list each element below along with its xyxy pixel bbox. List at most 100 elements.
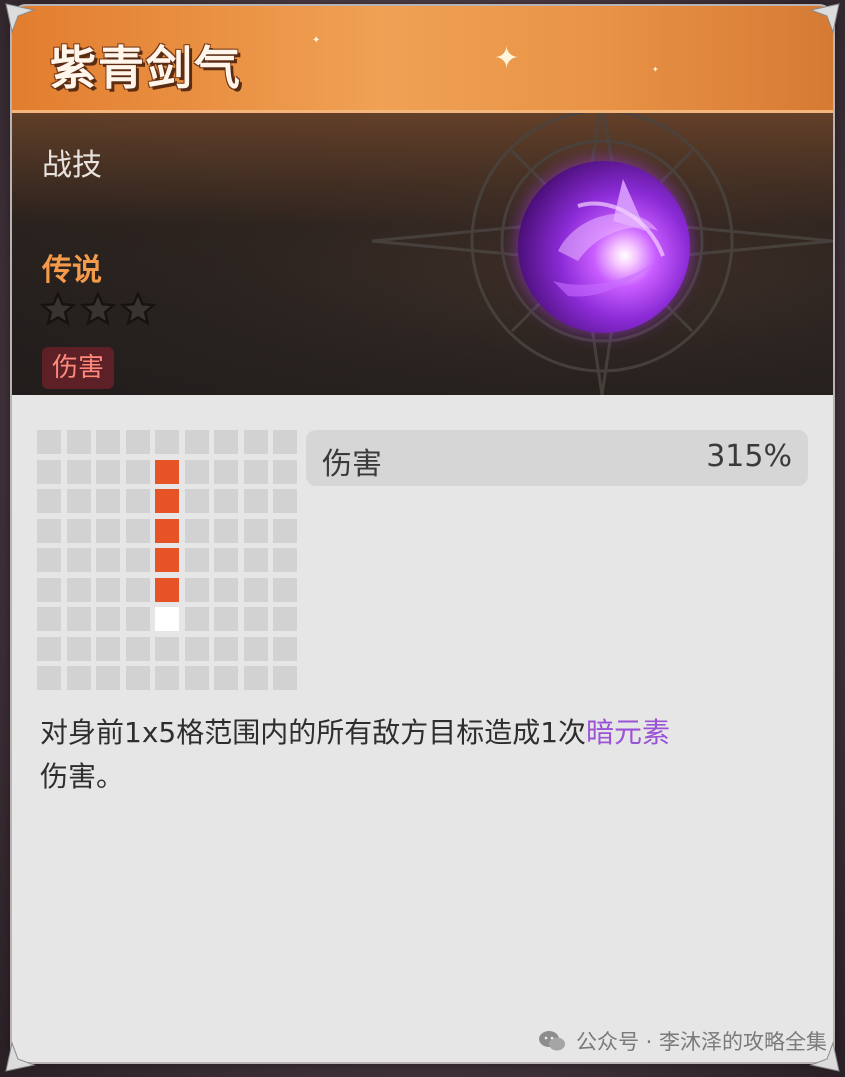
star-rating [40,291,156,327]
wechat-icon [538,1031,565,1051]
range-cell [125,518,150,543]
range-cell [96,518,120,543]
star-empty-icon [120,291,156,326]
range-cell [273,459,297,484]
sparkle-icon: ✦ [494,41,520,76]
range-cell [66,666,91,690]
range-cell [37,548,61,572]
range-cell-hit [155,548,179,572]
range-cell [184,577,209,602]
description-text: 对身前1x5格范围内的所有敌方目标造成1次 [40,716,587,749]
skill-card: ✦ ✦ ✦ 紫青剑气 战技 传说 伤害 伤害 315% 对身前1x5格范围内的所… [12,6,833,1062]
range-cell [96,636,120,661]
sparkle-icon: ✦ [652,65,659,74]
range-cell [214,548,238,572]
range-cell [273,548,297,572]
range-cell [273,607,297,631]
star-empty-icon [40,291,76,326]
range-cell [96,430,120,454]
sword-qi-swirl-icon [553,179,668,297]
range-cell [155,666,179,690]
range-cell [184,636,209,661]
range-cell [96,577,120,602]
range-cell [96,607,120,631]
range-cell [184,430,209,454]
range-cell [184,666,209,690]
stat-row-damage: 伤害 315% [306,430,808,486]
range-cell [273,577,297,602]
range-cell [37,636,61,661]
description-text-end: 伤害。 [40,760,125,793]
range-cell [243,607,268,631]
range-cell [214,636,238,661]
range-cell [214,459,238,484]
stat-value: 315% [706,439,792,474]
range-cell [184,607,209,631]
range-cell [66,459,91,484]
range-cell [125,430,150,454]
range-cell-hit [155,489,179,513]
range-cell [243,577,268,602]
range-cell [96,548,120,572]
range-cell [243,459,268,484]
corner-ornament-icon [5,3,36,34]
range-cell [243,548,268,572]
range-cell [214,666,238,690]
range-cell [125,489,150,513]
range-cell [273,518,297,543]
sparkle-icon: ✦ [312,35,321,46]
range-cell [37,518,61,543]
rarity-label: 传说 [42,253,102,288]
range-cell [273,430,297,454]
dark-element-keyword[interactable]: 暗元素 [586,716,670,749]
range-cell [243,666,268,690]
range-cell [273,489,297,513]
range-cell [214,489,238,513]
range-cell [37,607,61,631]
skill-title: 紫青剑气 [50,41,242,95]
range-cell [96,666,120,690]
range-cell [155,430,179,454]
range-cell-hit [155,518,179,543]
range-cell [37,459,61,484]
range-cell-self [155,607,179,631]
range-cell [66,430,91,454]
skill-orb-icon [518,161,690,333]
range-cell [66,489,91,513]
range-cell [155,636,179,661]
range-cell [214,607,238,631]
range-cell [214,518,238,543]
watermark: 公众号 · 李沐泽的攻略全集 [538,1026,827,1056]
range-cell [273,666,297,690]
star-empty-icon [80,291,116,326]
skill-header-panel: 战技 传说 伤害 [12,113,833,395]
range-cell [66,607,91,631]
range-cell [184,489,209,513]
stat-label: 伤害 [322,447,382,482]
range-cell [37,577,61,602]
range-cell-hit [155,577,179,602]
range-cell [273,636,297,661]
watermark-text: 公众号 · 李沐泽的攻略全集 [575,1030,827,1054]
range-cell [243,430,268,454]
skill-type-label: 战技 [42,148,102,183]
range-cell [214,430,238,454]
range-cell [37,430,61,454]
range-cell [37,666,61,690]
range-cell [184,548,209,572]
range-cell [125,636,150,661]
range-cell [125,548,150,572]
range-cell [214,577,238,602]
range-cell [184,518,209,543]
range-cell [96,459,120,484]
range-cell [125,607,150,631]
range-cell [66,548,91,572]
skill-description: 对身前1x5格范围内的所有敌方目标造成1次暗元素伤害。 [40,711,810,799]
range-cell [66,636,91,661]
range-cell [66,518,91,543]
attack-range-grid [37,430,301,694]
range-cell [125,459,150,484]
range-cell [37,489,61,513]
range-cell [96,489,120,513]
range-cell-hit [155,459,179,484]
